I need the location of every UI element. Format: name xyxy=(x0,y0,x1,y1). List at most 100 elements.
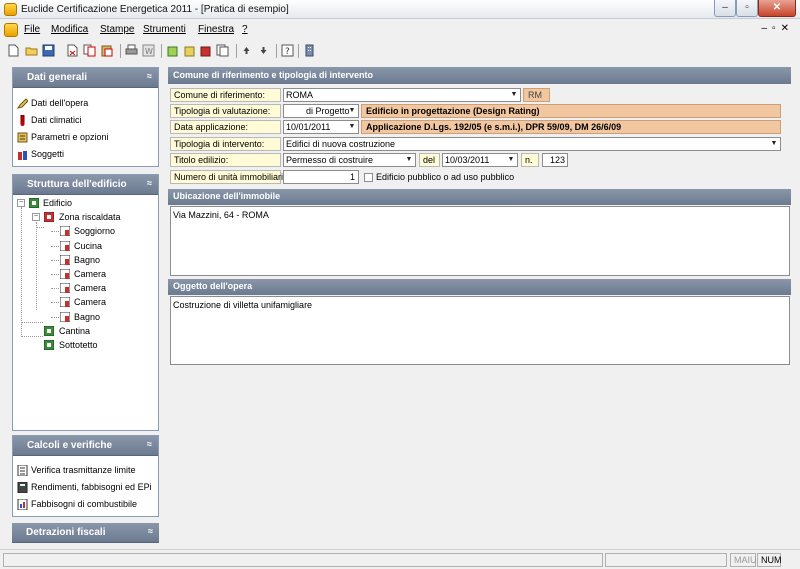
collapse-icon[interactable]: ≈ xyxy=(147,439,152,449)
section-header-comune: Comune di riferimento e tipologia di int… xyxy=(168,67,791,84)
save-icon[interactable] xyxy=(42,44,55,57)
room-icon xyxy=(60,226,70,237)
numero-field[interactable]: 123 xyxy=(542,153,568,167)
titolo-date-field[interactable]: 10/03/2011 ▼ xyxy=(442,153,518,167)
collapse-icon[interactable]: ≈ xyxy=(147,71,152,81)
close-button[interactable]: ✕ xyxy=(758,0,796,17)
collapse-node-icon[interactable]: − xyxy=(17,199,25,207)
data-applicazione-field[interactable]: 10/01/2011 ▼ xyxy=(283,120,359,134)
panel-header[interactable]: Dati generali ≈ xyxy=(13,68,158,88)
panel-title: Detrazioni fiscali xyxy=(26,527,106,538)
tree-item-sottotetto[interactable]: Sottotetto xyxy=(13,339,158,353)
unita-immobiliari-field[interactable]: 1 xyxy=(283,170,359,184)
menu-finestra[interactable]: Finestra xyxy=(198,24,234,35)
document-icon[interactable] xyxy=(4,23,18,37)
panel-header[interactable]: Detrazioni fiscali ≈ xyxy=(12,523,159,543)
room-icon xyxy=(60,311,70,322)
tree-item-room[interactable]: Cucina xyxy=(13,240,158,254)
cut-icon[interactable] xyxy=(66,44,79,57)
menu-stampe[interactable]: Stampe xyxy=(100,24,134,35)
panel-header[interactable]: Struttura dell'edificio ≈ xyxy=(13,175,158,195)
menu-file[interactable]: File xyxy=(24,24,40,35)
collapse-node-icon[interactable]: − xyxy=(32,213,40,222)
toolbar: W ? xyxy=(0,40,800,62)
menu-help[interactable]: ? xyxy=(242,24,248,35)
move-down-icon[interactable] xyxy=(257,44,270,57)
status-message xyxy=(3,553,603,567)
sidebar-item-fabbisogni[interactable]: Fabbisogni di combustibile xyxy=(13,496,158,513)
pubblico-checkbox[interactable] xyxy=(364,173,373,182)
room-icon xyxy=(60,297,70,308)
titolo-edilizio-label: Titolo edilizio: xyxy=(170,153,281,167)
open-folder-icon[interactable] xyxy=(25,44,38,57)
dropdown-arrow-icon[interactable]: ▼ xyxy=(768,138,780,150)
tree-item-cantina[interactable]: Cantina xyxy=(13,325,158,339)
menu-strumenti[interactable]: Strumenti xyxy=(143,24,186,35)
paste-icon[interactable] xyxy=(100,44,113,57)
tree-item-zona[interactable]: − Zona riscaldata xyxy=(13,211,158,225)
app-icon[interactable] xyxy=(4,3,17,16)
menu-modifica[interactable]: Modifica xyxy=(51,24,88,35)
tree-item-room[interactable]: Soggiorno xyxy=(13,225,158,239)
svg-text:W: W xyxy=(145,47,153,56)
sidebar-item-parametri[interactable]: Parametri e opzioni xyxy=(13,129,158,146)
tipologia-valutazione-select[interactable]: di Progetto ▼ xyxy=(283,104,359,118)
unita-immobiliari-label: Numero di unità immobiliari: xyxy=(170,170,286,184)
help-icon[interactable]: ? xyxy=(281,44,294,57)
dropdown-arrow-icon[interactable]: ▼ xyxy=(505,154,517,166)
delete-icon[interactable] xyxy=(199,44,212,57)
maximize-button[interactable]: ▫ xyxy=(736,0,758,17)
copy-icon[interactable] xyxy=(83,44,96,57)
sidebar-item-verifica-trasmittanze[interactable]: Verifica trasmittanze limite xyxy=(13,462,158,479)
dropdown-arrow-icon[interactable]: ▼ xyxy=(403,154,415,166)
tree-item-room[interactable]: Bagno xyxy=(13,311,158,325)
del-label: del xyxy=(419,153,440,167)
print-icon[interactable] xyxy=(125,44,138,57)
tipologia-valutazione-desc: Edificio in progettazione (Design Rating… xyxy=(361,104,781,118)
checklist-icon xyxy=(17,465,28,476)
sidebar-item-dati-climatici[interactable]: Dati climatici xyxy=(13,112,158,129)
move-up-icon[interactable] xyxy=(240,44,253,57)
pencil-icon xyxy=(17,98,28,109)
ubicazione-textarea[interactable]: Via Mazzini, 64 - ROMA xyxy=(170,206,790,276)
data-applicazione-desc: Applicazione D.Lgs. 192/05 (e s.m.i.), D… xyxy=(361,120,781,134)
pubblico-label: Edificio pubblico o ad uso pubblico xyxy=(376,172,515,182)
menu-bar: File Modifica Stampe Strumenti Finestra … xyxy=(0,20,800,40)
sidebar-item-dati-opera[interactable]: Dati dell'opera xyxy=(13,95,158,112)
add-room-icon[interactable] xyxy=(183,44,196,57)
dropdown-arrow-icon[interactable]: ▼ xyxy=(346,105,358,117)
panel-title: Dati generali xyxy=(27,72,88,83)
panel-header[interactable]: Calcoli e verifiche ≈ xyxy=(13,436,158,456)
panel-title: Struttura dell'edificio xyxy=(27,179,127,190)
tree-item-room[interactable]: Bagno xyxy=(13,254,158,268)
expand-icon[interactable]: ≈ xyxy=(148,526,153,536)
room-icon xyxy=(60,254,70,265)
section-header-ubicazione: Ubicazione dell'immobile xyxy=(168,189,791,205)
sidebar-item-rendimenti[interactable]: Rendimenti, fabbisogni ed EPi xyxy=(13,479,158,496)
dropdown-arrow-icon[interactable]: ▼ xyxy=(346,121,358,133)
thermometer-icon xyxy=(20,115,25,126)
mdi-controls[interactable]: –▫✕ xyxy=(762,23,795,34)
tree-item-room[interactable]: Camera xyxy=(13,268,158,282)
tipologia-intervento-select[interactable]: Edifici di nuova costruzione ▼ xyxy=(283,137,781,151)
properties-icon[interactable] xyxy=(216,44,229,57)
add-zone-icon[interactable] xyxy=(166,44,179,57)
comune-field[interactable]: ROMA ▼ xyxy=(283,88,521,102)
word-export-icon[interactable]: W xyxy=(142,44,155,57)
collapse-icon[interactable]: ≈ xyxy=(147,178,152,188)
svg-text:?: ? xyxy=(285,47,290,57)
new-file-icon[interactable] xyxy=(7,44,20,57)
tree-item-room[interactable]: Camera xyxy=(13,296,158,310)
tree-item-room[interactable]: Camera xyxy=(13,282,158,296)
dropdown-arrow-icon[interactable]: ▼ xyxy=(508,89,520,101)
num-indicator: NUM xyxy=(757,553,782,567)
sidebar-item-soggetti[interactable]: Soggetti xyxy=(13,146,158,163)
data-applicazione-label: Data applicazione: xyxy=(170,120,281,134)
room-icon xyxy=(60,283,70,294)
building-icon[interactable] xyxy=(303,44,316,57)
tree-item-edificio[interactable]: − Edificio xyxy=(13,197,158,211)
oggetto-textarea[interactable]: Costruzione di villetta unifamigliare xyxy=(170,296,790,365)
building-tree: − Edificio − Zona riscaldata Soggiorno Cuc… xyxy=(13,195,158,425)
minimize-button[interactable]: – xyxy=(714,0,736,17)
titolo-edilizio-select[interactable]: Permesso di costruire ▼ xyxy=(283,153,416,167)
